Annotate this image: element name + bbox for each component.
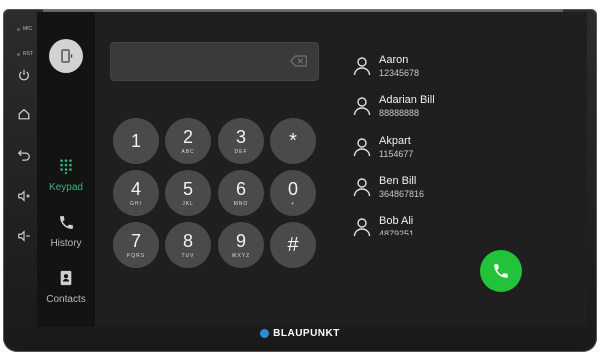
keypad-key-letters: GHI [130, 200, 142, 207]
contact-name: Akpart [379, 135, 411, 147]
keypad-key-letters: DEF [234, 148, 248, 155]
keypad-key-digit: # [287, 234, 299, 256]
call-button[interactable] [480, 250, 522, 292]
person-icon [353, 138, 371, 157]
keypad-key[interactable]: 1 [113, 118, 159, 164]
display-screen: Keypad History Contacts 1 2 ABC 3 DEF * … [37, 12, 587, 327]
volume-down-button[interactable] [15, 227, 33, 245]
contact-number: 12345678 [379, 68, 420, 78]
volume-up-button[interactable] [15, 187, 33, 205]
power-icon [19, 69, 29, 81]
keypad-key-letters: WXYZ [231, 252, 251, 259]
keypad-key-letters: + [291, 200, 295, 207]
keypad-key-digit: 7 [130, 230, 141, 251]
keypad-key-digit: 2 [182, 126, 193, 147]
dialpad-icon [57, 157, 75, 175]
home-icon [18, 108, 30, 120]
contact-text: Bob Ali 4879251 [379, 215, 414, 235]
phone-sound-icon [61, 49, 73, 63]
keypad-key[interactable]: 6 MNO [218, 170, 264, 216]
keypad-key[interactable]: 0 + [270, 170, 316, 216]
person-icon [353, 218, 371, 237]
keypad-key-digit: * [289, 130, 297, 152]
contacts-book-icon [57, 269, 75, 287]
nav-item-keypad[interactable]: Keypad [37, 157, 95, 193]
nav-rail: Keypad History Contacts [37, 12, 95, 327]
reset-dot [17, 52, 20, 56]
keypad-key-digit: 9 [235, 230, 246, 251]
brand-name: BLAUPUNKT [273, 328, 340, 339]
keypad-key[interactable]: # [270, 222, 316, 268]
contact-number: 88888888 [379, 108, 420, 118]
keypad-key-digit: 8 [182, 230, 193, 251]
contact-number: 1154677 [379, 149, 414, 159]
contact-list-item[interactable]: Ben Bill 364867816 [353, 175, 424, 200]
mic-dot [17, 27, 20, 31]
power-button[interactable] [15, 66, 33, 84]
keypad-key-letters: JKL [182, 200, 194, 207]
contact-list-item[interactable]: Aaron 12345678 [353, 54, 419, 79]
keypad-key[interactable]: 7 PQRS [113, 222, 159, 268]
dial-number-input[interactable] [110, 42, 319, 81]
volume-down-icon [18, 230, 30, 242]
contact-list-item[interactable]: Bob Ali 4879251 [353, 215, 414, 237]
dialer-main-area: 1 2 ABC 3 DEF * 4 GHI 5 JKL 6 MNO 0 +7 PQRS 8 TUV 9 WXYZ # … [95, 12, 587, 327]
contact-text: Akpart 1154677 [379, 135, 413, 160]
brand-dot-icon [260, 329, 270, 338]
contact-name: Aaron [379, 54, 409, 66]
contact-text: Ben Bill 364867816 [379, 175, 424, 200]
nav-item-history[interactable]: History [37, 213, 95, 249]
contact-number: 4879251 [379, 229, 415, 235]
reset-label: RST [23, 51, 33, 57]
person-icon [353, 57, 371, 76]
keypad-key-digit: 1 [130, 131, 141, 151]
keypad-key-letters: ABC [181, 148, 195, 155]
mic-indicator: MIC [17, 26, 32, 32]
contact-name: Adarian Bill [379, 94, 435, 106]
nav-label-contacts: Contacts [46, 294, 86, 305]
keypad-key[interactable]: 4 GHI [113, 170, 159, 216]
keypad-key-letters: TUV [181, 252, 195, 259]
contact-text: Aaron 12345678 [379, 54, 419, 79]
mic-label: MIC [23, 26, 33, 32]
keypad-key-digit: 0 [287, 178, 298, 199]
reset-indicator: RST [17, 51, 33, 57]
keypad-key-digit: 5 [182, 178, 193, 199]
brand-logo: BLAUPUNKT [0, 328, 600, 339]
keypad-key[interactable]: * [270, 118, 316, 164]
keypad-key[interactable]: 3 DEF [218, 118, 264, 164]
volume-up-icon [18, 190, 30, 202]
backspace-icon[interactable] [290, 55, 308, 67]
keypad-key-digit: 3 [235, 126, 246, 147]
keypad-key-letters: PQRS [126, 252, 146, 259]
contact-number: 364867816 [379, 189, 425, 199]
contact-text: Adarian Bill 88888888 [379, 94, 435, 119]
nav-item-contacts[interactable]: Contacts [37, 269, 95, 305]
keypad-key[interactable]: 5 JKL [165, 170, 211, 216]
contact-list-item[interactable]: Adarian Bill 88888888 [353, 94, 435, 119]
person-icon [353, 178, 371, 197]
keypad-key[interactable]: 2 ABC [165, 118, 211, 164]
nav-label-history: History [50, 238, 82, 249]
home-button[interactable] [15, 105, 33, 123]
phone-icon [57, 213, 75, 231]
contact-list-item[interactable]: Akpart 1154677 [353, 135, 413, 160]
nav-label-keypad: Keypad [49, 182, 83, 193]
keypad-key-digit: 4 [130, 178, 141, 199]
keypad-key-letters: MNO [233, 200, 249, 207]
keypad-key[interactable]: 9 WXYZ [218, 222, 264, 268]
person-icon [353, 97, 371, 116]
keypad-key-digit: 6 [235, 178, 246, 199]
keypad-key[interactable]: 8 TUV [165, 222, 211, 268]
connected-device-button[interactable] [49, 39, 83, 73]
contact-name: Ben Bill [379, 175, 417, 187]
back-icon [17, 150, 30, 161]
phone-call-icon [494, 264, 508, 278]
contact-name: Bob Ali [379, 215, 414, 227]
back-button[interactable] [15, 145, 33, 163]
